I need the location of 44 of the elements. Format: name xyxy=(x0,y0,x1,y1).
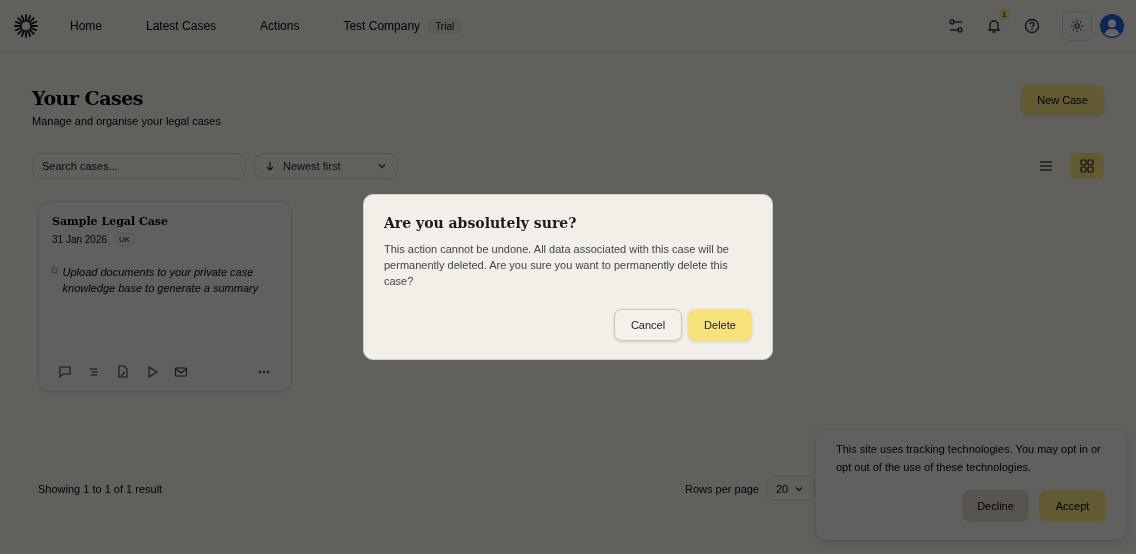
cancel-button[interactable]: Cancel xyxy=(614,309,682,341)
document-icon xyxy=(52,264,58,276)
mail-icon[interactable] xyxy=(174,365,188,379)
case-summary: Upload documents to your private case knowledge base to generate a summary xyxy=(62,265,260,296)
down-arrow-icon xyxy=(265,161,275,171)
nav-link[interactable]: Home xyxy=(70,19,102,33)
nav-link[interactable]: Test Company xyxy=(343,19,421,33)
sliders-icon[interactable] xyxy=(948,18,964,34)
case-title: Sample Legal Case xyxy=(52,215,170,228)
decline-button[interactable]: Decline xyxy=(962,490,1029,522)
case-card[interactable]: Sample Legal Case 31 Jan 2026 UK Upload documents to your private case knowledge base to generate a summary xyxy=(38,201,292,392)
help-icon[interactable] xyxy=(1024,18,1040,34)
play-icon[interactable] xyxy=(145,365,159,379)
sort-dropdown[interactable]: Newest first xyxy=(254,153,398,179)
chevron-down-icon xyxy=(377,161,387,171)
notification-count-badge: 1 xyxy=(999,9,1010,20)
nav-link[interactable]: Latest Cases xyxy=(146,19,217,33)
delete-button[interactable]: Delete xyxy=(688,309,752,341)
page-title: Your Cases xyxy=(32,87,144,109)
nav-link[interactable]: Actions xyxy=(260,19,300,33)
user-avatar-icon[interactable] xyxy=(1100,14,1124,38)
document-edit-icon[interactable] xyxy=(116,365,130,379)
trial-badge: Trial xyxy=(428,18,462,34)
results-count: Showing 1 to 1 of 1 result xyxy=(38,482,163,495)
theme-toggle-button[interactable] xyxy=(1062,11,1092,41)
accept-button[interactable]: Accept xyxy=(1039,490,1106,522)
dialog-message: This action cannot be undone. All data associated with this case will be permanently deleted. Are you sure you want to permanently delete this case? xyxy=(384,242,730,289)
search-field[interactable]: Search cases... xyxy=(32,153,246,179)
new-case-button[interactable]: New Case xyxy=(1021,85,1104,115)
chat-bubble-icon[interactable] xyxy=(58,365,72,379)
more-options-icon[interactable] xyxy=(258,370,270,374)
sunburst-logo-icon[interactable] xyxy=(12,12,40,40)
grid-icon xyxy=(1080,159,1094,173)
case-date: 31 Jan 2026 xyxy=(52,234,108,245)
rows-per-page-select[interactable]: 20 xyxy=(767,476,815,501)
page-subtitle: Manage and organise your legal cases xyxy=(32,115,221,127)
rows-per-page-label: Rows per page xyxy=(685,482,759,495)
list-icon xyxy=(1039,159,1053,173)
grid-view-button[interactable] xyxy=(1070,153,1104,179)
cookie-notice-text: This site uses tracking technologies. You may opt in or opt out of the use of these technologies. xyxy=(836,442,1102,475)
notification-bell-icon[interactable] xyxy=(986,18,1002,34)
sun-icon xyxy=(1070,19,1084,33)
outline-list-icon[interactable] xyxy=(87,365,101,379)
dialog-title: Are you absolutely sure? xyxy=(384,215,578,231)
